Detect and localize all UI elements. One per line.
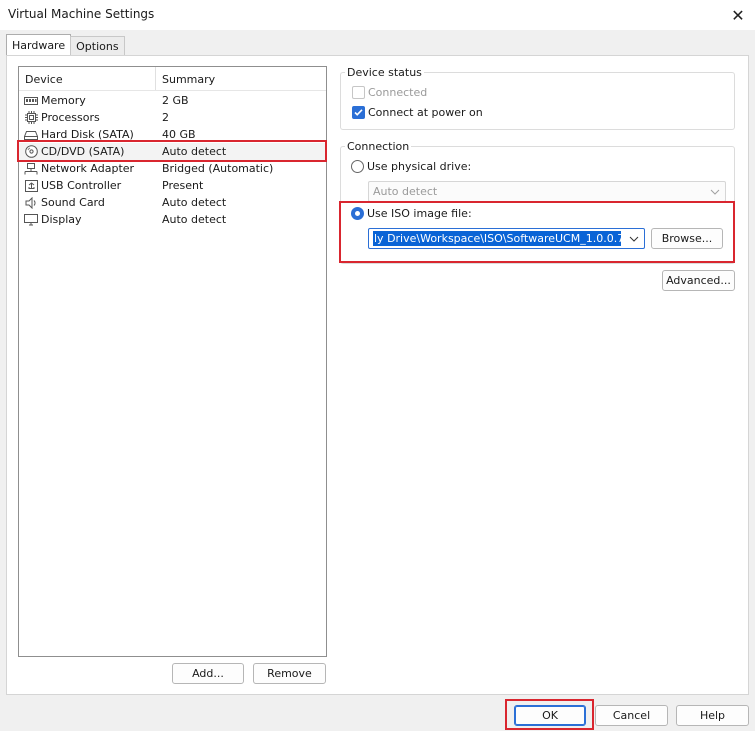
network-icon: [24, 162, 38, 175]
tab-options[interactable]: Options: [70, 36, 125, 56]
column-header-device[interactable]: Device: [19, 67, 156, 90]
connected-label: Connected: [368, 86, 428, 99]
connect-at-power-on-row[interactable]: Connect at power on: [352, 106, 483, 119]
connected-checkbox-row[interactable]: Connected: [352, 86, 427, 99]
checkmark-icon: [354, 109, 363, 116]
processor-icon: [24, 111, 38, 124]
physical-drive-value: Auto detect: [373, 185, 438, 198]
connect-at-power-on-checkbox[interactable]: [352, 106, 365, 119]
device-row-sound-card[interactable]: Sound Card Auto detect: [19, 194, 326, 211]
title-bar: Virtual Machine Settings ✕: [0, 0, 755, 30]
physical-drive-label: Use physical drive:: [367, 160, 472, 173]
highlight-ok-button: [505, 699, 594, 730]
close-icon[interactable]: ✕: [721, 0, 755, 30]
tab-hardware[interactable]: Hardware: [6, 34, 72, 56]
device-status-group: [340, 72, 735, 130]
physical-drive-select[interactable]: Auto detect: [368, 181, 726, 202]
device-name: Memory: [41, 94, 86, 107]
device-summary: 2 GB: [162, 94, 189, 107]
tab-bar: Hardware Options: [6, 34, 125, 56]
memory-icon: [24, 95, 38, 107]
physical-drive-radio[interactable]: [351, 160, 364, 173]
cancel-button[interactable]: Cancel: [595, 705, 668, 726]
device-name: Sound Card: [41, 196, 105, 209]
device-list-header: Device Summary: [19, 67, 326, 91]
device-summary: Auto detect: [162, 213, 227, 226]
device-summary: 2: [162, 111, 169, 124]
hard-disk-icon: [24, 129, 38, 141]
device-name: USB Controller: [41, 179, 122, 192]
device-summary: Present: [162, 179, 204, 192]
device-name: Processors: [41, 111, 100, 124]
device-row-memory[interactable]: Memory 2 GB: [19, 92, 326, 109]
add-device-button[interactable]: Add...: [172, 663, 244, 684]
display-icon: [24, 213, 38, 226]
advanced-button[interactable]: Advanced...: [662, 270, 735, 291]
chevron-down-icon: [710, 189, 720, 195]
highlight-cd-dvd-row: [17, 140, 327, 162]
help-button[interactable]: Help: [676, 705, 749, 726]
device-status-label: Device status: [345, 66, 424, 79]
highlight-iso-section: [339, 201, 735, 263]
sound-icon: [24, 196, 38, 209]
usb-icon: [24, 179, 38, 192]
connect-at-power-on-label: Connect at power on: [368, 106, 483, 119]
device-row-network-adapter[interactable]: Network Adapter Bridged (Automatic): [19, 160, 326, 177]
device-name: Display: [41, 213, 82, 226]
device-row-display[interactable]: Display Auto detect: [19, 211, 326, 228]
device-row-processors[interactable]: Processors 2: [19, 109, 326, 126]
window-title: Virtual Machine Settings: [8, 7, 155, 21]
column-header-summary[interactable]: Summary: [156, 67, 215, 90]
remove-device-button[interactable]: Remove: [253, 663, 326, 684]
device-summary: Auto detect: [162, 196, 227, 209]
device-name: Network Adapter: [41, 162, 135, 175]
connected-checkbox[interactable]: [352, 86, 365, 99]
connection-label: Connection: [345, 140, 412, 153]
device-summary: Bridged (Automatic): [162, 162, 274, 175]
physical-drive-radio-row[interactable]: Use physical drive:: [351, 160, 471, 173]
device-row-usb-controller[interactable]: USB Controller Present: [19, 177, 326, 194]
